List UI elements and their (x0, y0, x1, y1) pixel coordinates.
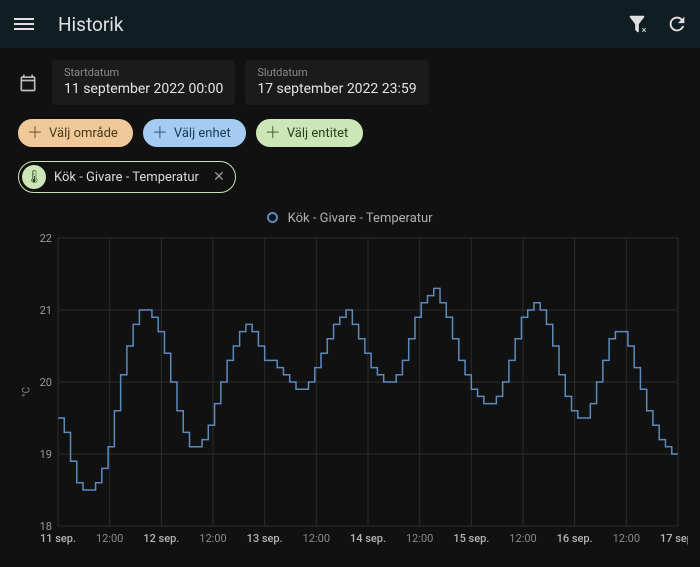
svg-text:12:00: 12:00 (406, 532, 433, 545)
end-date-field[interactable]: Slutdatum 17 september 2022 23:59 (245, 60, 428, 105)
thermometer-icon: 🌡 (22, 165, 46, 189)
chip-label: Välj område (49, 126, 118, 141)
chip-label: Välj entitet (287, 126, 348, 141)
selected-entity-chip[interactable]: 🌡 Kök - Givare - Temperatur ✕ (18, 161, 236, 193)
filter-clear-icon[interactable]: × (626, 13, 648, 35)
svg-text:14 sep.: 14 sep. (350, 532, 386, 545)
close-icon[interactable]: ✕ (207, 169, 231, 185)
svg-text:17 sep.: 17 sep. (660, 532, 688, 545)
plus-icon: ＋ (265, 125, 281, 141)
svg-text:12:00: 12:00 (199, 532, 226, 545)
chip-label: Välj enhet (174, 126, 231, 141)
top-bar: Historik × (0, 0, 700, 48)
choose-area-chip[interactable]: ＋ Välj område (18, 119, 133, 147)
svg-text:12:00: 12:00 (303, 532, 330, 545)
plus-icon: ＋ (152, 125, 168, 141)
svg-text:12:00: 12:00 (509, 532, 536, 545)
svg-text:22: 22 (40, 232, 52, 245)
svg-text:13 sep.: 13 sep. (247, 532, 283, 545)
svg-text:16 sep.: 16 sep. (557, 532, 593, 545)
chart-legend: Kök - Givare - Temperatur (18, 211, 682, 226)
end-date-label: Slutdatum (257, 66, 416, 79)
calendar-icon (18, 73, 38, 93)
start-date-field[interactable]: Startdatum 11 september 2022 00:00 (52, 60, 235, 105)
svg-text:15 sep.: 15 sep. (453, 532, 489, 545)
svg-text:12:00: 12:00 (613, 532, 640, 545)
y-axis-label: °C (22, 387, 33, 397)
choose-unit-chip[interactable]: ＋ Välj enhet (143, 119, 246, 147)
svg-text:11 sep.: 11 sep. (40, 532, 76, 545)
selected-entity-label: Kök - Givare - Temperatur (54, 170, 199, 185)
line-chart: 181920212211 sep.12:0012 sep.12:0013 sep… (28, 232, 688, 552)
page-title: Historik (58, 13, 626, 36)
chart-container: °C 181920212211 sep.12:0012 sep.12:0013 … (28, 232, 682, 552)
start-date-label: Startdatum (64, 66, 223, 79)
end-date-value: 17 september 2022 23:59 (257, 81, 416, 97)
svg-text:×: × (642, 26, 647, 35)
svg-text:19: 19 (40, 448, 52, 461)
svg-text:12:00: 12:00 (96, 532, 123, 545)
refresh-icon[interactable] (666, 13, 688, 35)
choose-entity-chip[interactable]: ＋ Välj entitet (256, 119, 363, 147)
svg-text:21: 21 (40, 304, 52, 317)
svg-text:20: 20 (40, 376, 52, 389)
legend-label: Kök - Givare - Temperatur (288, 211, 433, 226)
menu-icon[interactable] (12, 12, 36, 36)
date-range-row: Startdatum 11 september 2022 00:00 Slutd… (18, 60, 682, 105)
svg-text:12 sep.: 12 sep. (143, 532, 179, 545)
start-date-value: 11 september 2022 00:00 (64, 81, 223, 97)
legend-marker-icon (267, 212, 278, 223)
plus-icon: ＋ (27, 125, 43, 141)
